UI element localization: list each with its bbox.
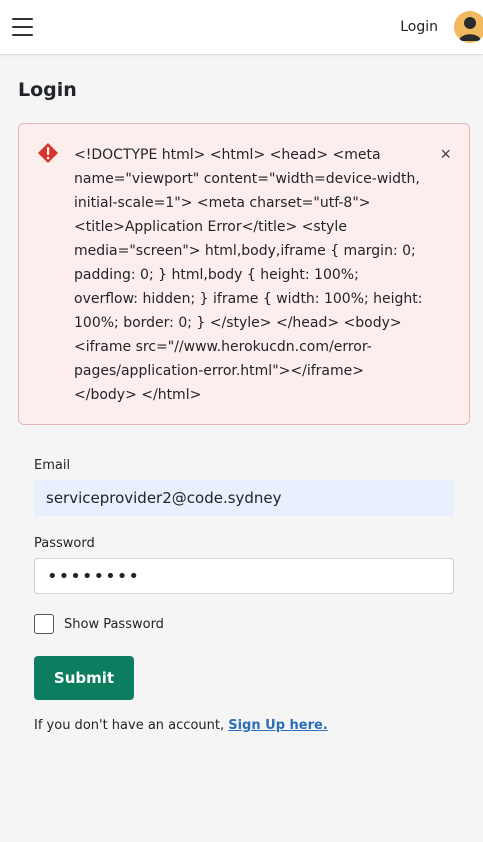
show-password-label: Show Password xyxy=(64,616,164,632)
password-label: Password xyxy=(34,536,95,551)
error-alert: <!DOCTYPE html> <html> <head> <meta name… xyxy=(18,123,470,425)
signup-prompt-text: If you don't have an account, xyxy=(34,718,229,733)
email-label: Email xyxy=(34,458,71,473)
show-password-row: Show Password xyxy=(34,614,454,634)
password-field[interactable] xyxy=(34,558,454,594)
email-field[interactable] xyxy=(34,480,454,516)
hamburger-menu-icon[interactable] xyxy=(12,18,33,36)
navbar-right: Login xyxy=(400,11,483,43)
page-title: Login xyxy=(18,79,77,101)
alert-message: <!DOCTYPE html> <html> <head> <meta name… xyxy=(74,147,423,403)
signup-link[interactable]: Sign Up here. xyxy=(228,718,328,733)
close-icon[interactable]: × xyxy=(440,145,451,163)
nav-login-link[interactable]: Login xyxy=(400,19,438,35)
login-form: Email Password Show Password Submit If y… xyxy=(34,458,454,733)
signup-prompt: If you don't have an account, Sign Up he… xyxy=(34,718,454,733)
error-diamond-icon xyxy=(37,142,59,164)
show-password-checkbox[interactable] xyxy=(34,614,54,634)
submit-button[interactable]: Submit xyxy=(34,656,134,700)
user-avatar-icon[interactable] xyxy=(454,11,483,43)
top-navbar: Login xyxy=(0,0,483,55)
